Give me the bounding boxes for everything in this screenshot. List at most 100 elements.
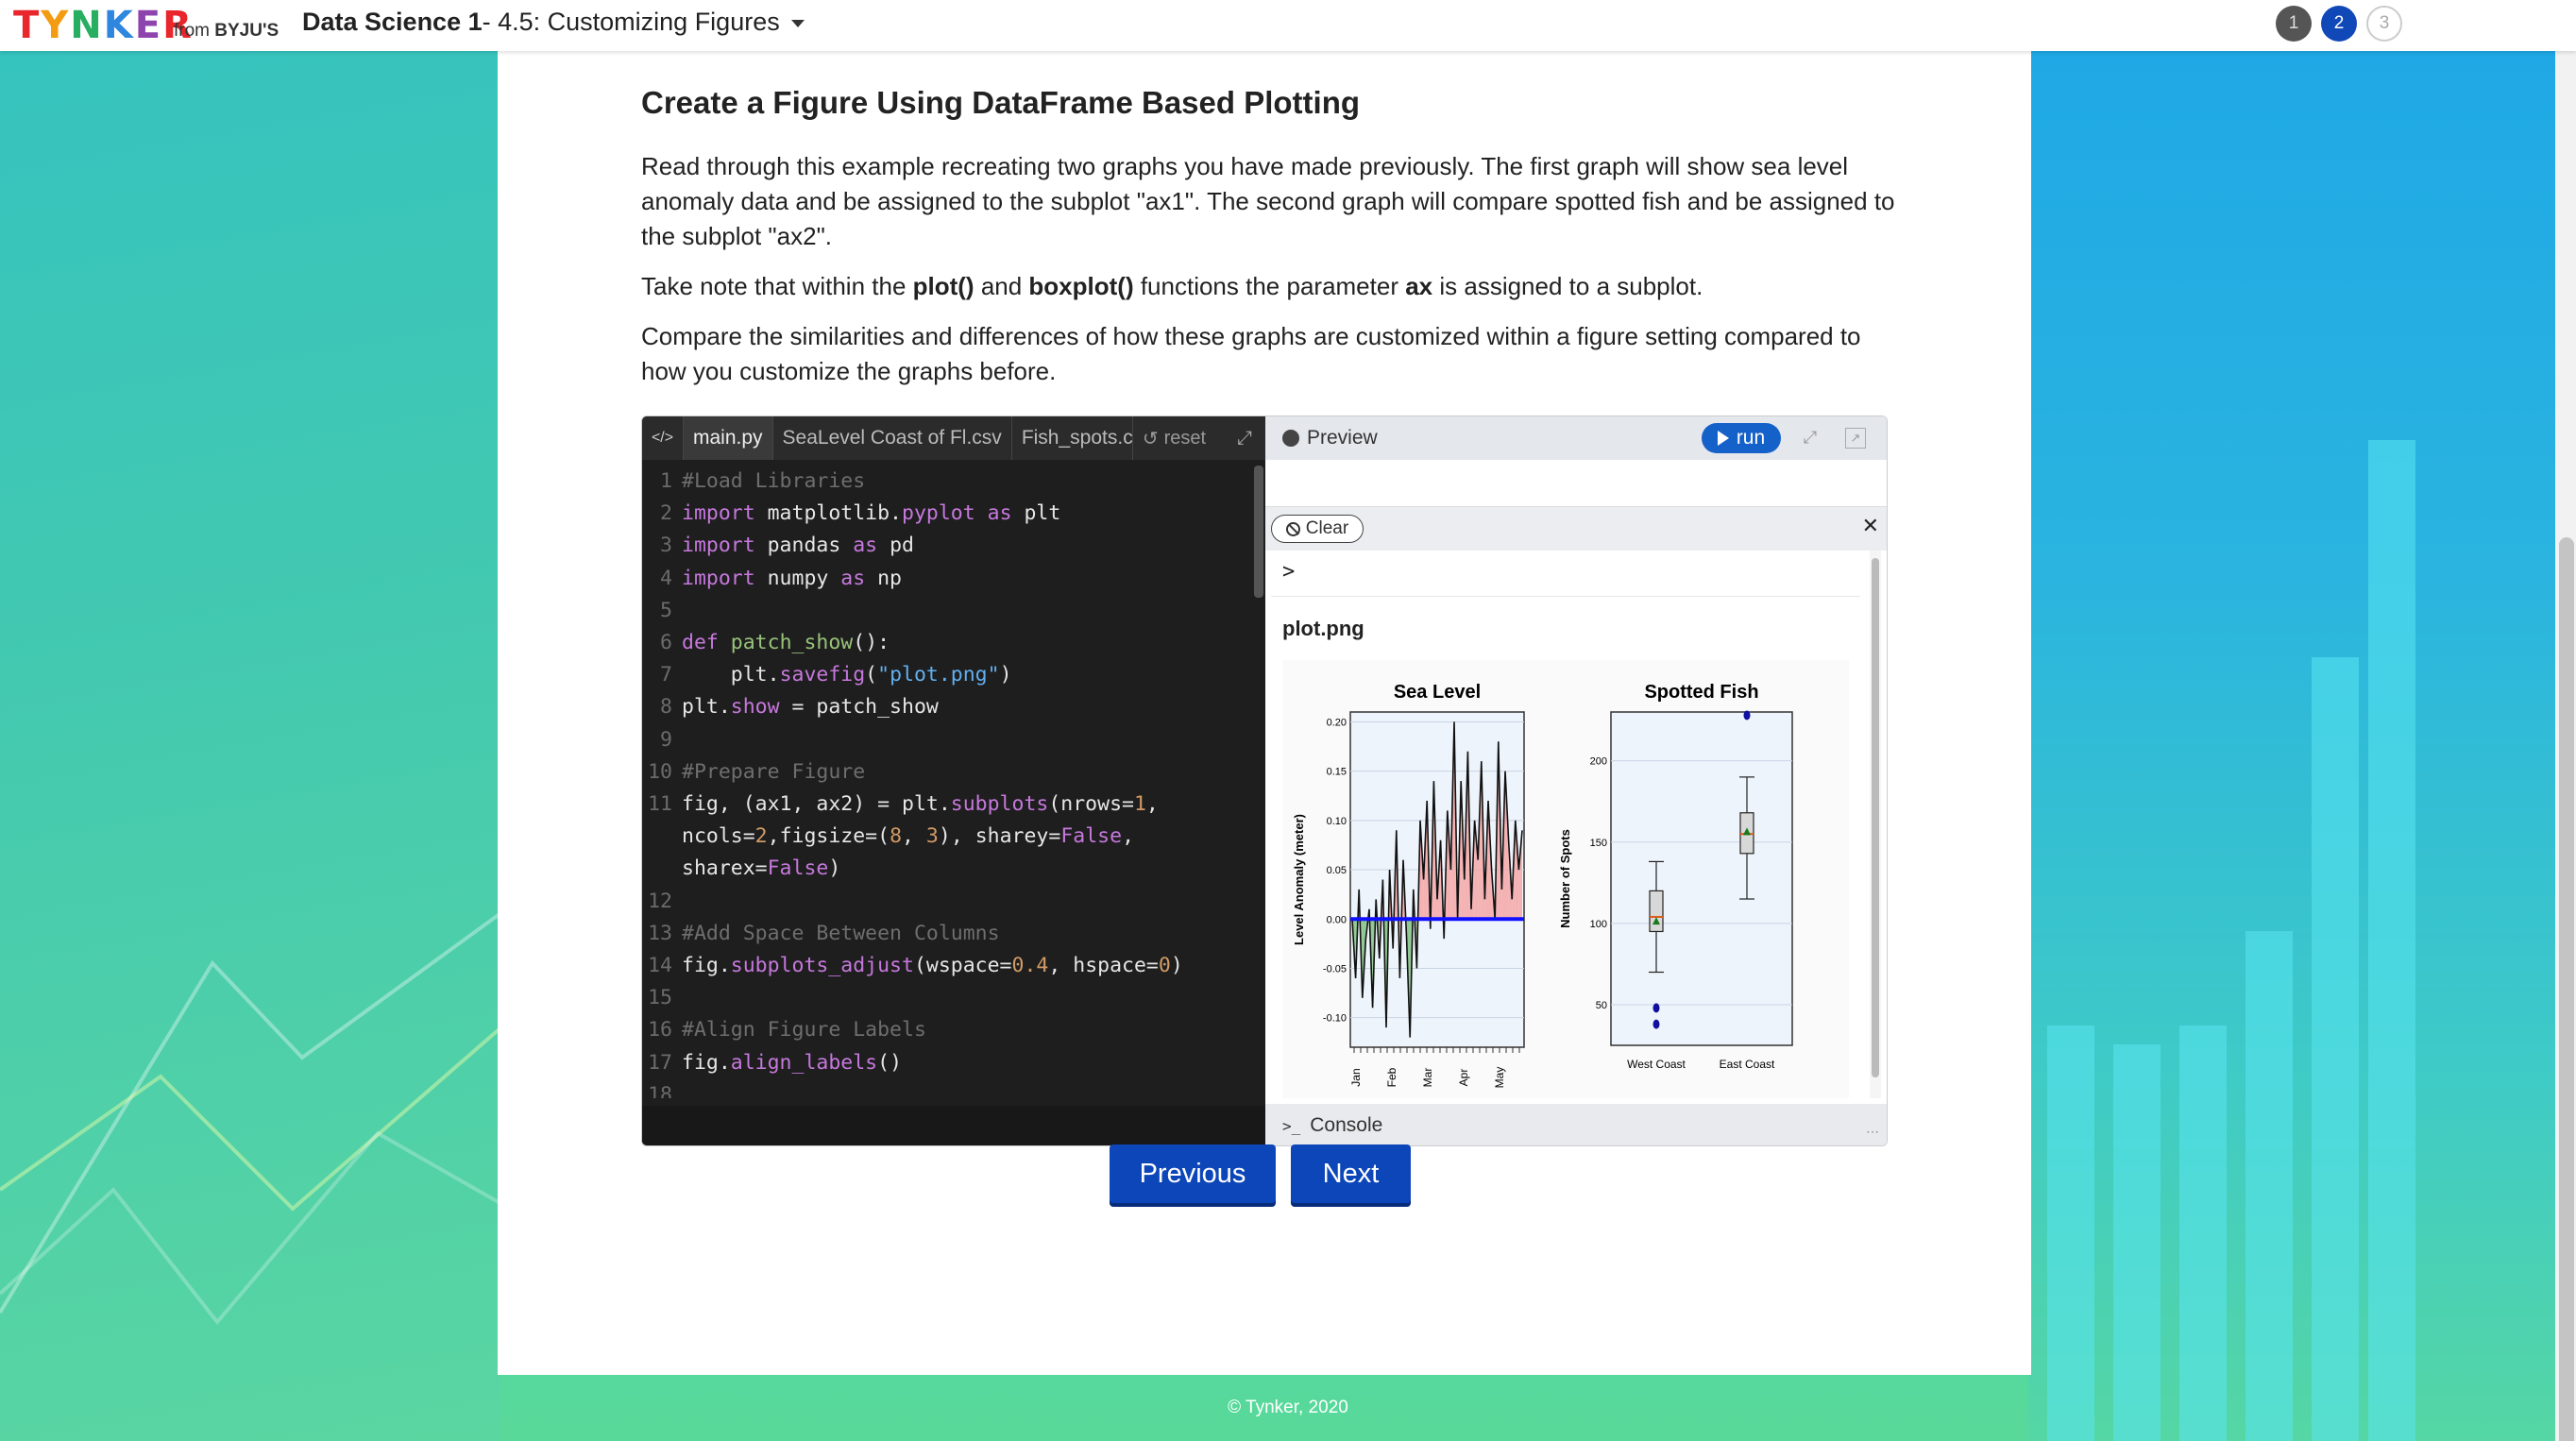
code-line: 15 [648,986,672,1010]
spotted-fish-plot-area [1610,711,1793,1046]
top-bar: TYNKER from BYJU'S Data Science 1 - 4.5:… [0,0,2576,51]
spotted-fish-xtick: West Coast [1627,1058,1686,1071]
sea-level-xtick: Feb [1385,1067,1398,1087]
clear-button[interactable]: Clear [1271,515,1364,543]
sea-level-ytick: 0.00 [1327,914,1347,925]
previous-button[interactable]: Previous [1110,1144,1276,1203]
page-scrollbar[interactable] [2555,51,2576,1441]
background-bar [2246,931,2293,1441]
expand-icon[interactable]: ⤢ [1800,428,1821,449]
sea-level-ytick: -0.10 [1323,1013,1347,1025]
code-widget: </> main.py SeaLevel Coast of Fl.csv Fis… [641,415,1888,1146]
background-bar [2368,440,2415,1441]
console-label: Console [1310,1114,1383,1136]
preview-header: Preview run ⤢ ↗ [1265,416,1887,460]
output-filename: plot.png [1282,617,1364,640]
preview-output-area [1265,460,1887,507]
editor-tabs: </> main.py SeaLevel Coast of Fl.csv Fis… [642,416,1265,460]
console-scrollbar-thumb[interactable] [1872,558,1879,1077]
tab-main-py[interactable]: main.py [684,416,773,460]
next-button[interactable]: Next [1291,1144,1411,1203]
code-editor: </> main.py SeaLevel Coast of Fl.csv Fis… [642,416,1265,1145]
section-title: Create a Figure Using DataFrame Based Pl… [641,85,1361,120]
code-line: 18 [648,1082,672,1098]
code-line: 6 def patch_show (): [660,631,890,655]
code-line: 12 [648,889,672,913]
run-button[interactable]: run [1702,423,1781,453]
page-scrollbar-thumb[interactable] [2559,537,2574,1441]
console-prompt[interactable]: > [1282,560,1295,584]
sea-level-xtick: Apr [1457,1069,1470,1087]
popout-icon[interactable]: ↗ [1845,428,1866,449]
code-line: 8 plt. show = patch_show [660,695,939,720]
spotted-fish-xtick: East Coast [1720,1058,1775,1071]
code-area[interactable]: 1 #Load Libraries 2 import matplotlib. pypl… [642,466,1254,1098]
expand-icon[interactable]: ⤢ [1237,428,1252,449]
console-footer[interactable]: >_ Console ⋯ [1265,1104,1887,1145]
lesson-content: Create a Figure Using DataFrame Based Pl… [498,51,2031,1375]
globe-icon [1282,430,1299,447]
code-line: 5 [660,598,672,622]
spotted-fish-ytick: 50 [1596,1000,1607,1011]
tab-fish-spots-csv[interactable]: Fish_spots.csv [1012,416,1133,460]
box-outlier [1652,1003,1660,1013]
code-line: 7 plt. savefig("plot.png") [660,663,1012,687]
reset-button[interactable]: ↺ reset [1143,427,1206,450]
code-line: 9 [660,727,672,752]
step-2-button[interactable]: 2 [2321,6,2357,42]
background-bar [2047,1026,2094,1441]
spotted-fish-ylabel: Number of Spots [1558,829,1572,928]
byjus-brand-text: BYJU'S [214,21,280,41]
code-line: 17 fig. align_labels() [648,1050,903,1075]
spotted-fish-ytick: 200 [1590,756,1607,768]
sea-level-ytick: 0.20 [1327,717,1347,728]
box-outlier [1652,1019,1660,1029]
sea-level-ylabel: Level Anomaly (meter) [1292,814,1306,945]
play-icon [1717,431,1729,446]
chevron-down-icon [790,19,805,27]
footer-copyright: © Tynker, 2020 [1228,1398,1348,1417]
code-line: 2 import matplotlib. pyplot as plt [660,501,1061,526]
compare-paragraph: Compare the similarities and differences… [641,322,1861,385]
editor-footer [642,1106,1265,1145]
sea-level-ytick: -0.05 [1323,963,1347,975]
code-line: 1 #Load Libraries [660,469,866,493]
tynker-logo[interactable]: TYNKER [13,4,194,47]
plot-image: Sea Level Level Anomaly (meter) 0.20 0.15 0.… [1282,660,1849,1098]
reset-icon: ↺ [1142,428,1159,449]
terminal-icon: >_ [1282,1116,1301,1135]
sea-level-xtick: Mar [1421,1068,1434,1088]
code-line: 4 import numpy as np [660,566,903,590]
resize-grip-icon[interactable]: ⋯ [1866,1124,1879,1140]
background-right-decor [2028,0,2576,1441]
step-indicator: 1 2 3 [2276,6,2402,42]
note-paragraph: Take note that within the plot() and box… [641,272,1703,300]
sea-level-title: Sea Level [1394,682,1481,703]
sea-level-xtick: May [1493,1067,1506,1089]
sea-level-ytick: 0.05 [1327,865,1347,876]
code-line: 3 import pandas as pd [660,534,914,558]
console-toolbar: Clear ✕ [1265,507,1887,551]
spotted-fish-title: Spotted Fish [1644,682,1758,703]
logo-from-text: from [174,21,210,41]
sea-level-ytick: 0.15 [1327,767,1347,778]
preview-pane: Preview run ⤢ ↗ Clear ✕ > plot.png Sea L… [1265,416,1887,1145]
tab-sealevel-csv[interactable]: SeaLevel Coast of Fl.csv [773,416,1012,460]
step-1-button[interactable]: 1 [2276,6,2312,42]
box-iqr [1649,890,1664,933]
step-3-button[interactable]: 3 [2366,6,2402,42]
background-bar [2179,1026,2227,1441]
spotted-fish-ytick: 150 [1590,838,1607,849]
plot-figure: Sea Level Level Anomaly (meter) 0.20 0.15 0.… [1292,682,1793,1089]
intro-paragraph: Read through this example recreating two… [641,152,1895,250]
code-icon[interactable]: </> [642,416,684,460]
lesson-selector[interactable]: Data Science 1 - 4.5: Customizing Figure… [302,8,805,37]
editor-scrollbar[interactable] [1254,466,1263,598]
sea-level-xtick: Jan [1349,1068,1363,1086]
lesson-title: - 4.5: Customizing Figures [482,8,780,36]
preview-title: Preview [1307,427,1378,449]
box-outlier [1743,710,1751,720]
close-icon[interactable]: ✕ [1862,515,1879,538]
code-line: ncols= 2 ,figsize=(8, 3), sharey= False, [682,824,1135,849]
code-line: 10 #Prepare Figure [648,759,866,784]
